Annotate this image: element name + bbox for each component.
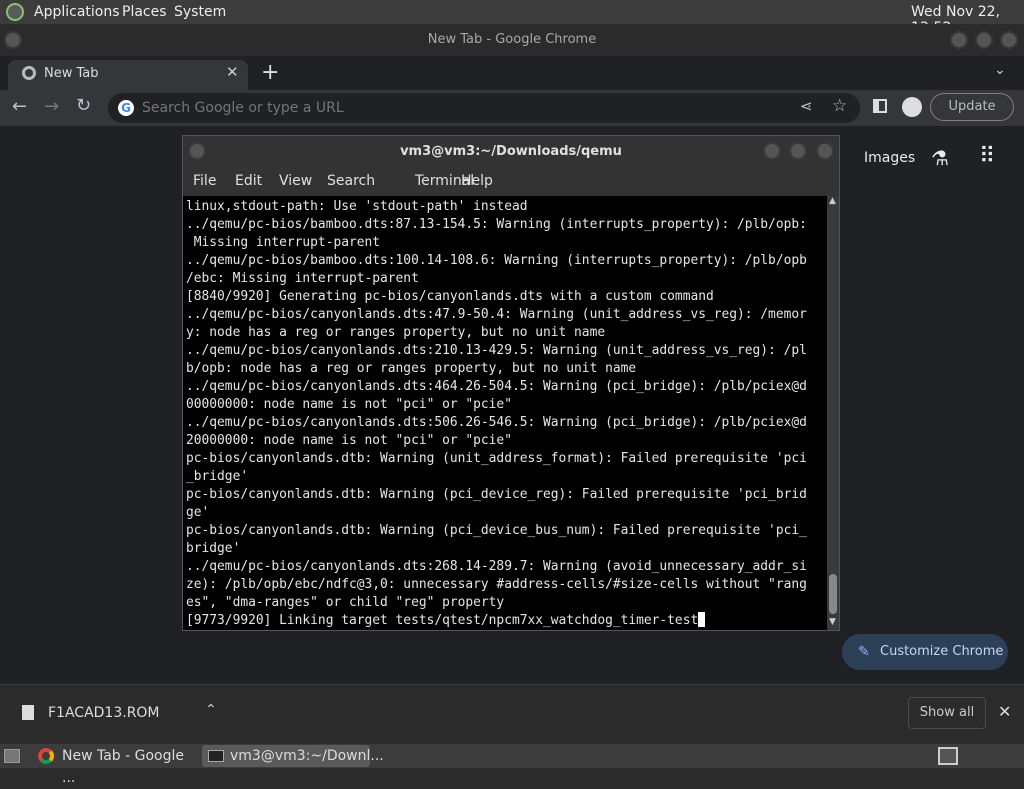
terminal-line: [8840/9920] Generating pc-bios/canyonlan… [186, 289, 714, 304]
scroll-down-arrow-icon[interactable]: ▼ [829, 617, 836, 627]
terminal-menu-file[interactable]: File [193, 173, 216, 189]
gnome-foot-icon[interactable] [6, 3, 24, 21]
close-downloads-icon[interactable]: ✕ [998, 702, 1011, 721]
task-chrome-label: New Tab - Google ... [62, 748, 185, 786]
forward-icon[interactable]: → [44, 96, 59, 117]
show-desktop-icon[interactable] [4, 749, 20, 763]
images-link[interactable]: Images [864, 150, 915, 166]
terminal-line: 00000000: node name is not "pci" or "pci… [186, 397, 512, 412]
tab-new-tab[interactable]: New Tab ✕ [8, 60, 248, 90]
bottom-taskbar: New Tab - Google ... vm3@vm3:~/Downl... [0, 744, 1024, 786]
minimize-icon[interactable] [950, 31, 968, 49]
reload-icon[interactable]: ↻ [76, 95, 91, 116]
new-tab-plus-icon[interactable]: + [261, 60, 279, 85]
update-button[interactable]: Update [930, 93, 1014, 121]
terminal-line: pc-bios/canyonlands.dtb: Warning (pci_de… [186, 523, 807, 538]
terminal-line: ../qemu/pc-bios/canyonlands.dts:268.14-2… [186, 559, 807, 574]
terminal-line: _bridge' [186, 469, 249, 484]
terminal-maximize-icon[interactable] [789, 142, 807, 160]
share-icon[interactable]: ⋖ [800, 97, 813, 115]
terminal-line: ../qemu/pc-bios/canyonlands.dts:506.26-5… [186, 415, 807, 430]
terminal-menu-help[interactable]: Help [461, 173, 493, 189]
task-terminal[interactable]: vm3@vm3:~/Downl... [202, 745, 384, 767]
terminal-minimize-icon[interactable] [763, 142, 781, 160]
chrome-titlebar[interactable]: New Tab - Google Chrome [0, 24, 1024, 56]
terminal-line: b/opb: node has a reg or ranges property… [186, 361, 637, 376]
file-icon [22, 705, 34, 720]
terminal-line: y: node has a reg or ranges property, bu… [186, 325, 606, 340]
terminal-line: linux,stdout-path: Use 'stdout-path' ins… [186, 199, 528, 214]
menu-system[interactable]: System [174, 4, 226, 20]
side-panel-icon[interactable] [873, 99, 887, 113]
task-chrome[interactable]: New Tab - Google ... [34, 745, 198, 786]
terminal-cursor [698, 612, 706, 627]
terminal-menubar: File Edit View Search Terminal Help [183, 168, 839, 196]
task-terminal-label: vm3@vm3:~/Downl... [230, 748, 384, 764]
toolbar: ← → ↻ G ⋖ ☆ Update [0, 90, 1024, 126]
terminal-line: ge' [186, 505, 210, 520]
terminal-line: 20000000: node name is not "pci" or "pci… [186, 433, 512, 448]
bookmark-star-icon[interactable]: ☆ [832, 96, 847, 116]
maximize-icon[interactable] [975, 31, 993, 49]
tab-close-icon[interactable]: ✕ [226, 63, 239, 81]
top-panel: Applications Places System Wed Nov 22, 1… [0, 0, 1024, 36]
show-all-button[interactable]: Show all [908, 697, 986, 729]
tab-strip: New Tab ✕ + ⌄ [0, 56, 1024, 90]
terminal-line: pc-bios/canyonlands.dtb: Warning (pci_de… [186, 487, 807, 502]
download-file-name: F1ACAD13.ROM [48, 705, 160, 721]
customize-chrome-button[interactable]: ✎ Customize Chrome [842, 634, 1008, 670]
terminal-line: [9773/9920] Linking target tests/qtest/n… [186, 612, 826, 628]
customize-label: Customize Chrome [880, 644, 1004, 659]
window-title: New Tab - Google Chrome [427, 32, 597, 47]
pencil-icon: ✎ [858, 644, 870, 660]
tab-search-chevron-icon[interactable]: ⌄ [994, 62, 1006, 78]
terminal-line: /ebc: Missing interrupt-parent [186, 271, 419, 286]
terminal-window: vm3@vm3:~/Downloads/qemu File Edit View … [182, 135, 840, 631]
terminal-line: bridge' [186, 541, 241, 556]
apps-grid-icon[interactable]: ⠿ [979, 144, 995, 169]
tab-label: New Tab [44, 66, 99, 81]
terminal-menu-icon[interactable] [188, 142, 206, 160]
scrollbar-thumb[interactable] [829, 574, 837, 614]
chevron-up-icon[interactable]: ⌃ [205, 702, 217, 718]
downloads-bar: F1ACAD13.ROM ⌃ Show all ✕ [0, 684, 1024, 744]
terminal-line: ../qemu/pc-bios/canyonlands.dts:210.13-4… [186, 343, 807, 358]
terminal-scrollbar[interactable]: ▲ ▼ [827, 196, 839, 630]
terminal-title: vm3@vm3:~/Downloads/qemu [400, 144, 622, 159]
terminal-line: es", "dma-ranges" or child "reg" propert… [186, 595, 505, 610]
terminal-line: ../qemu/pc-bios/canyonlands.dts:464.26-5… [186, 379, 807, 394]
profile-avatar-icon[interactable] [902, 97, 922, 117]
window-menu-icon[interactable] [4, 31, 22, 49]
url-input[interactable] [142, 93, 782, 123]
menu-places[interactable]: Places [122, 4, 167, 20]
address-bar[interactable]: G ⋖ ☆ [108, 93, 860, 123]
google-g-icon: G [118, 100, 134, 116]
terminal-close-icon[interactable] [816, 142, 834, 160]
terminal-output[interactable]: linux,stdout-path: Use 'stdout-path' ins… [186, 198, 826, 628]
terminal-line: ../qemu/pc-bios/canyonlands.dts:47.9-50.… [186, 307, 807, 322]
terminal-task-icon [208, 750, 224, 762]
download-item[interactable]: F1ACAD13.ROM ⌃ [0, 685, 232, 743]
terminal-titlebar[interactable]: vm3@vm3:~/Downloads/qemu [183, 136, 839, 168]
workspace-switcher-icon[interactable] [938, 747, 958, 765]
menu-applications[interactable]: Applications [34, 4, 120, 20]
terminal-line: ze): /plb/opb/ebc/ndfc@3,0: unnecessary … [186, 577, 807, 592]
terminal-menu-view[interactable]: View [279, 173, 312, 189]
back-icon[interactable]: ← [12, 96, 27, 117]
chrome-favicon-icon [22, 66, 36, 80]
chrome-task-icon [38, 748, 54, 764]
terminal-line: ../qemu/pc-bios/bamboo.dts:100.14-108.6:… [186, 253, 807, 268]
close-window-icon[interactable] [1000, 31, 1018, 49]
terminal-menu-edit[interactable]: Edit [235, 173, 262, 189]
terminal-line: ../qemu/pc-bios/bamboo.dts:87.13-154.5: … [186, 217, 807, 232]
scroll-up-arrow-icon[interactable]: ▲ [829, 196, 836, 206]
terminal-menu-search[interactable]: Search [327, 173, 375, 189]
labs-flask-icon[interactable]: ⚗ [931, 146, 949, 170]
terminal-line: pc-bios/canyonlands.dtb: Warning (unit_a… [186, 451, 807, 466]
terminal-line: Missing interrupt-parent [186, 235, 381, 250]
